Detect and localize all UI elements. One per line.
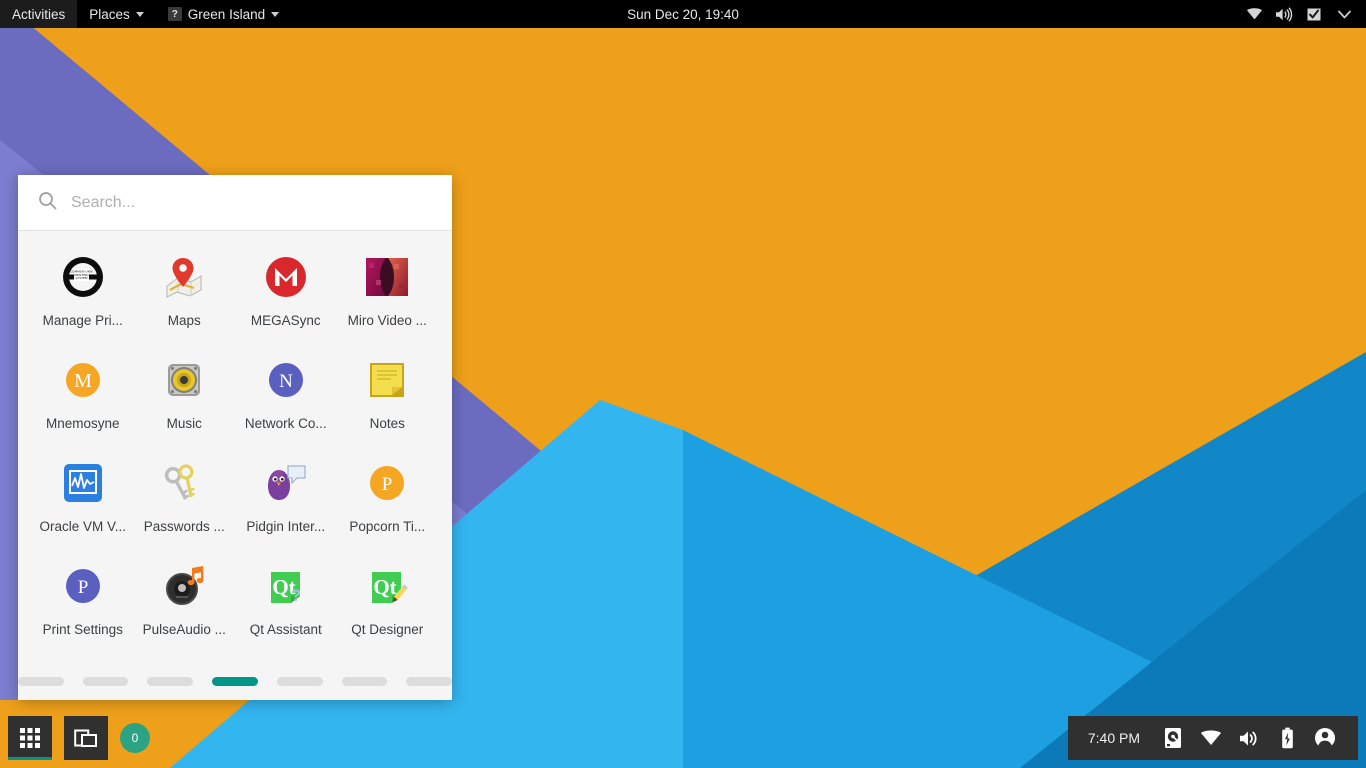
app-label: PulseAudio ... bbox=[143, 622, 226, 637]
top-panel-status-area bbox=[1244, 0, 1366, 28]
page-dot-6[interactable] bbox=[342, 677, 388, 686]
application-launcher: COMMON UNIX PRINTING SYSTEM Manage Pri..… bbox=[18, 175, 452, 700]
app-item-passwords-and-keys[interactable]: Passwords ... bbox=[134, 449, 236, 552]
grid-icon bbox=[19, 727, 41, 749]
app-item-print-settings[interactable]: P Print Settings bbox=[32, 552, 134, 655]
app-item-pulseaudio[interactable]: PulseAudio ... bbox=[134, 552, 236, 655]
battery-charged-icon[interactable] bbox=[1304, 4, 1324, 24]
qt-designer-icon: Qt bbox=[363, 562, 411, 610]
qt-assistant-icon: Qt ? bbox=[262, 562, 310, 610]
app-item-manage-printing[interactable]: COMMON UNIX PRINTING SYSTEM Manage Pri..… bbox=[32, 243, 134, 346]
app-label: Popcorn Ti... bbox=[349, 519, 425, 534]
battery-icon[interactable] bbox=[1268, 716, 1306, 760]
app-item-music[interactable]: Music bbox=[134, 346, 236, 449]
svg-text:P: P bbox=[382, 474, 393, 495]
app-item-popcorn-time[interactable]: P Popcorn Ti... bbox=[337, 449, 439, 552]
page-dot-3[interactable] bbox=[147, 677, 193, 686]
app-label: Print Settings bbox=[43, 622, 123, 637]
app-item-mnemosyne[interactable]: M Mnemosyne bbox=[32, 346, 134, 449]
pidgin-icon bbox=[262, 459, 310, 507]
popcorn-time-icon: P bbox=[363, 459, 411, 507]
app-item-qt-assistant[interactable]: Qt ? Qt Assistant bbox=[235, 552, 337, 655]
system-menu-caret-icon[interactable] bbox=[1334, 4, 1354, 24]
app-label: Notes bbox=[370, 416, 405, 431]
user-account-icon[interactable] bbox=[1306, 716, 1344, 760]
wifi-icon[interactable] bbox=[1244, 4, 1264, 24]
search-input[interactable] bbox=[71, 175, 432, 230]
app-label: Oracle VM V... bbox=[39, 519, 126, 534]
volume-icon[interactable] bbox=[1230, 716, 1268, 760]
app-label: MEGASync bbox=[251, 313, 321, 328]
app-label: Maps bbox=[168, 313, 201, 328]
app-label: Miro Video ... bbox=[348, 313, 427, 328]
svg-text:Qt: Qt bbox=[374, 575, 397, 599]
workspace-indicator[interactable]: 0 bbox=[120, 723, 150, 753]
app-item-network-configuration[interactable]: N Network Co... bbox=[235, 346, 337, 449]
chevron-down-icon bbox=[271, 12, 279, 17]
app-item-maps[interactable]: Maps bbox=[134, 243, 236, 346]
volume-icon[interactable] bbox=[1274, 4, 1294, 24]
wifi-icon[interactable] bbox=[1192, 716, 1230, 760]
svg-text:N: N bbox=[279, 371, 293, 392]
launcher-search-bar bbox=[18, 175, 452, 231]
panel-clock[interactable]: 7:40 PM bbox=[1082, 730, 1154, 746]
app-label: Passwords ... bbox=[144, 519, 225, 534]
page-dot-7[interactable] bbox=[406, 677, 452, 686]
music-speaker-icon bbox=[160, 356, 208, 404]
svg-text:P: P bbox=[77, 577, 88, 598]
app-item-oracle-vm-virtualbox[interactable]: Oracle VM V... bbox=[32, 449, 134, 552]
app-label: Qt Designer bbox=[351, 622, 423, 637]
activities-button[interactable]: Activities bbox=[0, 0, 77, 28]
mnemosyne-icon: M bbox=[59, 356, 107, 404]
top-panel: Activities Places ? Green Island Sun Dec… bbox=[0, 0, 1366, 28]
search-icon bbox=[38, 191, 57, 215]
app-grid: COMMON UNIX PRINTING SYSTEM Manage Pri..… bbox=[18, 231, 452, 655]
bottom-left-dock: 0 bbox=[8, 716, 150, 760]
desktop-screen: Activities Places ? Green Island Sun Dec… bbox=[0, 0, 1366, 768]
launcher-page-indicator bbox=[18, 655, 452, 707]
windows-overview-icon bbox=[74, 726, 98, 750]
svg-text:SYSTEM: SYSTEM bbox=[75, 276, 87, 280]
app-item-qt-designer[interactable]: Qt Qt Designer bbox=[337, 552, 439, 655]
app-label: Music bbox=[167, 416, 202, 431]
app-label: Pidgin Inter... bbox=[246, 519, 325, 534]
missing-image-icon: ? bbox=[168, 7, 182, 21]
app-label: Mnemosyne bbox=[46, 416, 120, 431]
app-label: Network Co... bbox=[245, 416, 327, 431]
cups-printing-icon: COMMON UNIX PRINTING SYSTEM bbox=[59, 253, 107, 301]
maps-pin-icon bbox=[160, 253, 208, 301]
print-settings-icon: P bbox=[59, 562, 107, 610]
session-menu[interactable]: ? Green Island bbox=[156, 0, 291, 28]
places-label: Places bbox=[89, 7, 130, 22]
megasync-icon bbox=[262, 253, 310, 301]
places-menu[interactable]: Places bbox=[77, 0, 156, 28]
app-item-notes[interactable]: Notes bbox=[337, 346, 439, 449]
app-grid-button[interactable] bbox=[8, 716, 52, 760]
keys-icon bbox=[160, 459, 208, 507]
chevron-down-icon bbox=[136, 12, 144, 17]
network-config-icon: N bbox=[262, 356, 310, 404]
notes-icon bbox=[363, 356, 411, 404]
bottom-right-panel: 7:40 PM bbox=[1068, 716, 1358, 760]
svg-text:?: ? bbox=[291, 586, 301, 605]
page-dot-4-active[interactable] bbox=[212, 677, 258, 686]
session-label: Green Island bbox=[188, 7, 265, 22]
app-item-miro-video-converter[interactable]: Miro Video ... bbox=[337, 243, 439, 346]
app-label: Manage Pri... bbox=[43, 313, 123, 328]
activities-label: Activities bbox=[12, 7, 65, 22]
storage-icon[interactable] bbox=[1154, 716, 1192, 760]
page-dot-1[interactable] bbox=[18, 677, 64, 686]
page-dot-2[interactable] bbox=[83, 677, 129, 686]
page-dot-5[interactable] bbox=[277, 677, 323, 686]
miro-video-converter-icon bbox=[363, 253, 411, 301]
svg-text:M: M bbox=[74, 370, 92, 392]
virtualbox-icon bbox=[59, 459, 107, 507]
top-panel-clock[interactable]: Sun Dec 20, 19:40 bbox=[617, 7, 749, 22]
window-overview-button[interactable] bbox=[64, 716, 108, 760]
pulseaudio-icon bbox=[160, 562, 208, 610]
app-item-pidgin-internet-messenger[interactable]: Pidgin Inter... bbox=[235, 449, 337, 552]
app-label: Qt Assistant bbox=[250, 622, 322, 637]
app-item-megasync[interactable]: MEGASync bbox=[235, 243, 337, 346]
